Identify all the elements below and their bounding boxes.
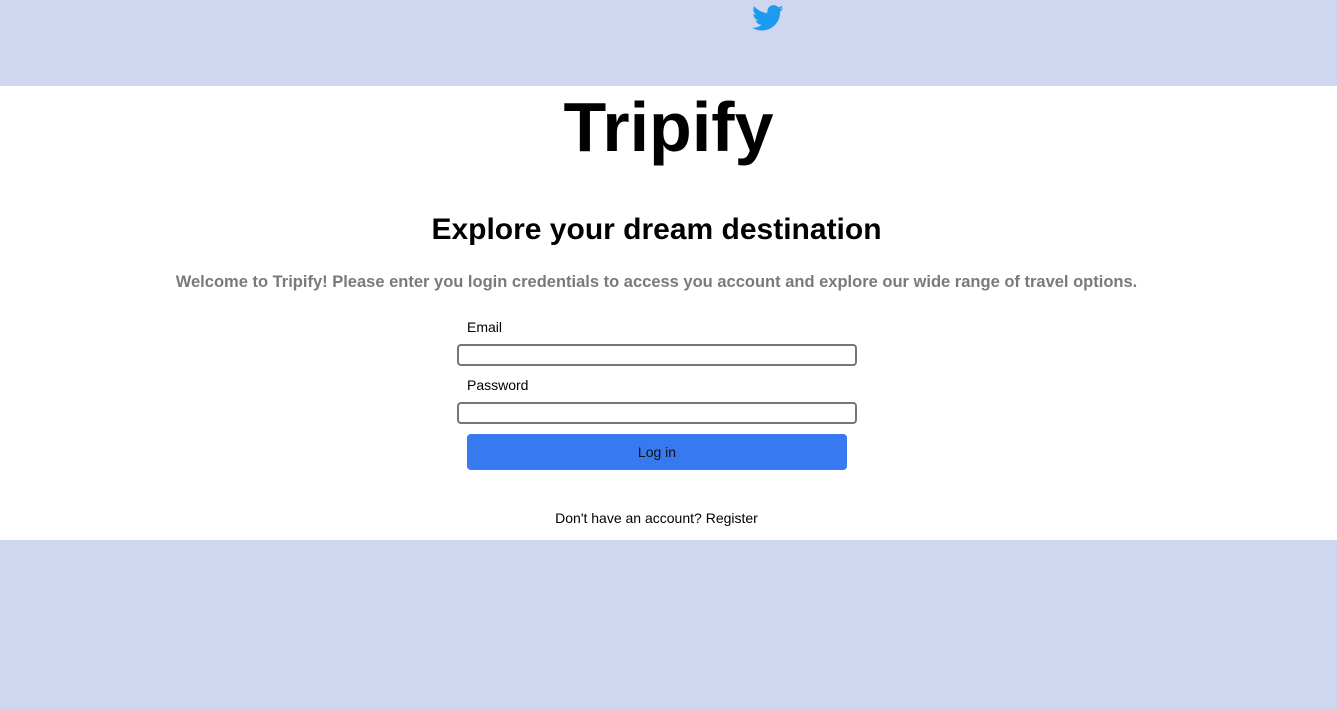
brand-title: Tripify xyxy=(563,88,774,166)
email-label: Email xyxy=(467,319,503,335)
header-band xyxy=(0,0,1337,86)
register-link[interactable]: Register xyxy=(706,510,758,526)
login-button[interactable]: Log in xyxy=(467,434,847,470)
password-field[interactable] xyxy=(457,402,857,424)
twitter-icon[interactable] xyxy=(750,2,786,34)
register-prompt: Don't have an account? Register xyxy=(0,509,1313,527)
login-panel: Tripify Explore your dream destination W… xyxy=(0,86,1337,540)
welcome-text: Welcome to Tripify! Please enter you log… xyxy=(175,273,1138,291)
register-prompt-text: Don't have an account? xyxy=(555,510,702,526)
page-headline: Explore your dream destination xyxy=(431,213,882,246)
email-field[interactable] xyxy=(457,344,857,366)
password-label: Password xyxy=(467,377,529,393)
